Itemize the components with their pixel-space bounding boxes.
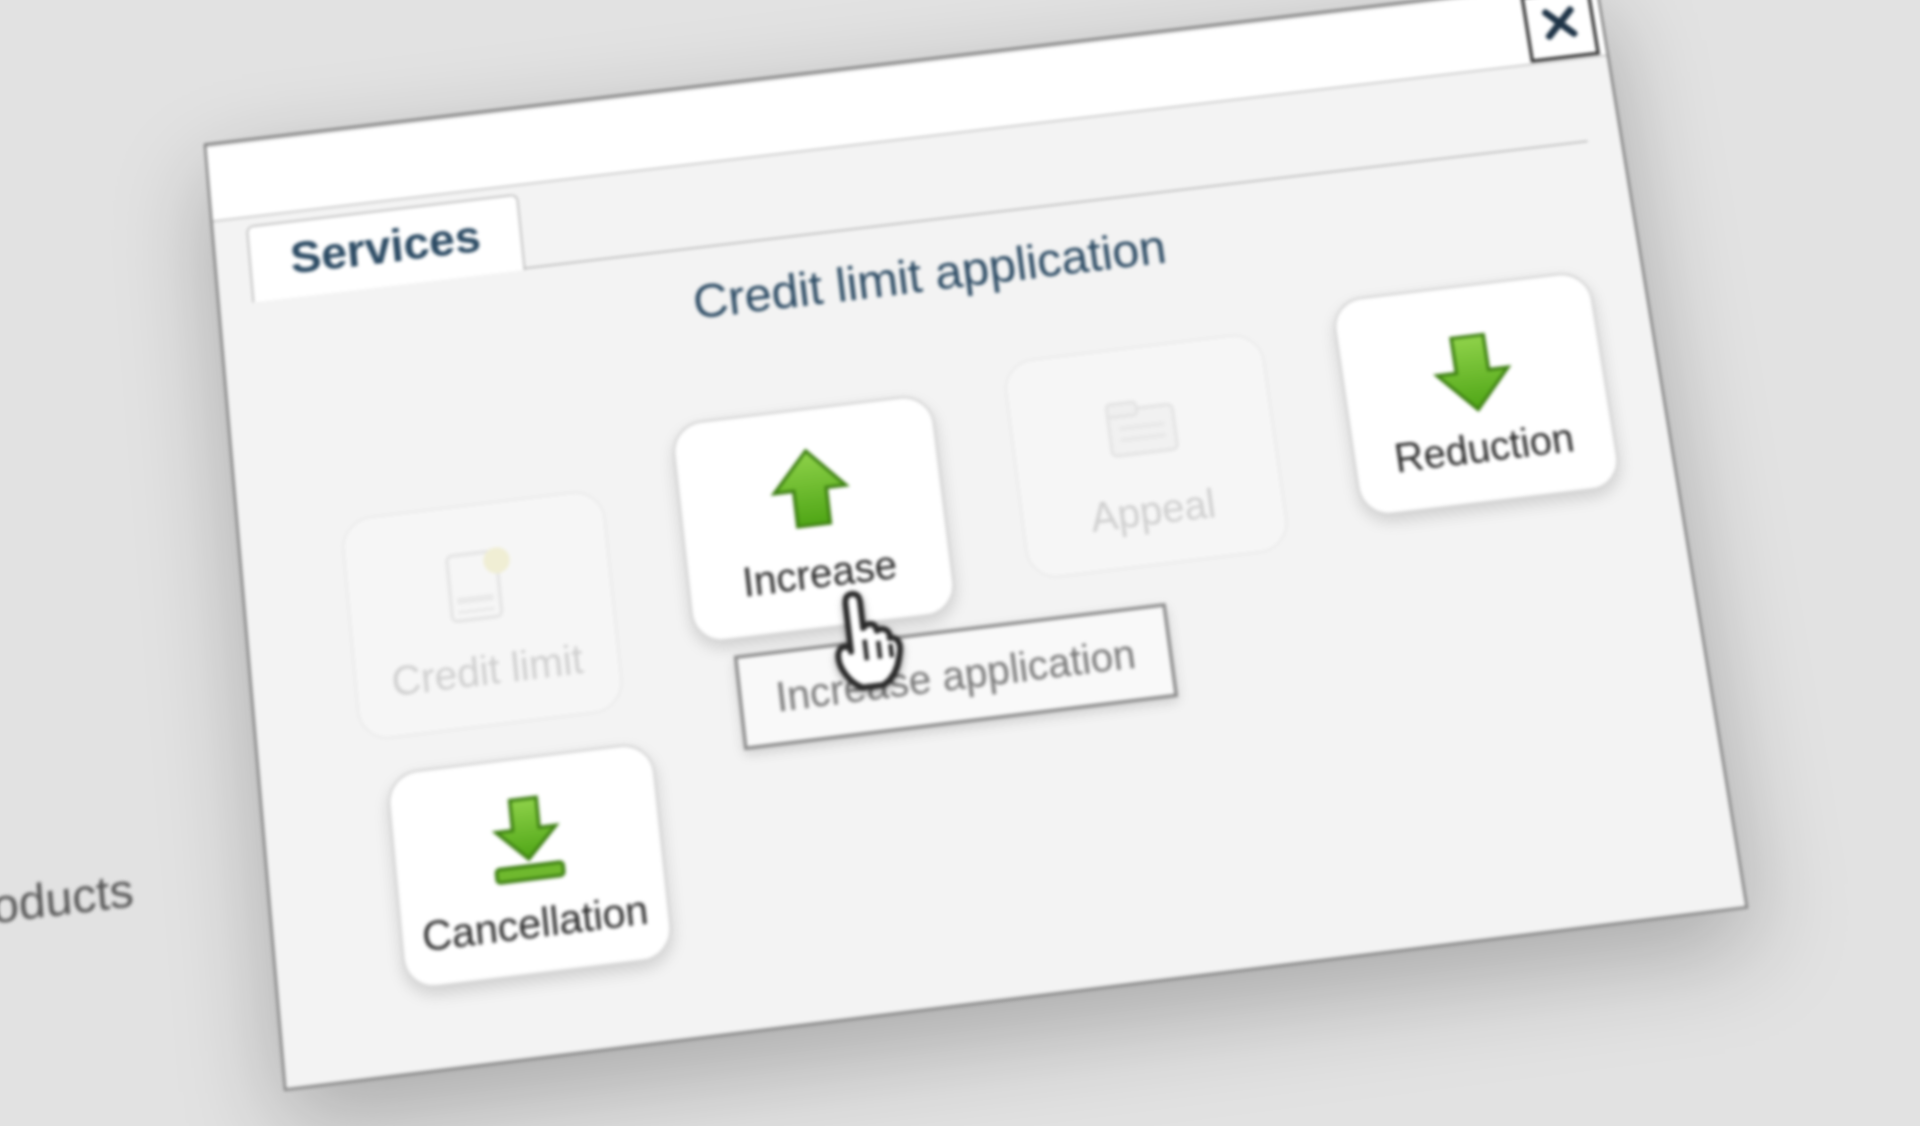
sidebar-fragment-label: oducts [0,863,135,935]
download-icon [468,780,585,900]
services-modal: Services Credit limit application [204,0,1748,1091]
tile-label: Credit limit [390,639,585,705]
hand-cursor-icon [813,579,920,702]
close-icon [1539,3,1582,48]
tile-label: Reduction [1392,418,1577,481]
tiles-area: Credit limit [262,246,1700,1014]
tile-appeal: Appeal [1001,331,1292,581]
tile-label: Cancellation [420,888,650,959]
modal-body: Services Credit limit application [213,56,1746,1088]
tile-credit-limit: Credit limit [340,488,626,743]
arrow-up-icon [752,435,868,551]
folder-icon [1084,373,1202,488]
tile-label: Appeal [1088,483,1218,540]
close-button[interactable] [1520,0,1600,63]
document-icon [422,531,537,648]
arrow-down-icon [1413,312,1532,426]
tile-reduction[interactable]: Reduction [1330,270,1623,519]
tile-cancellation[interactable]: Cancellation [385,741,674,991]
